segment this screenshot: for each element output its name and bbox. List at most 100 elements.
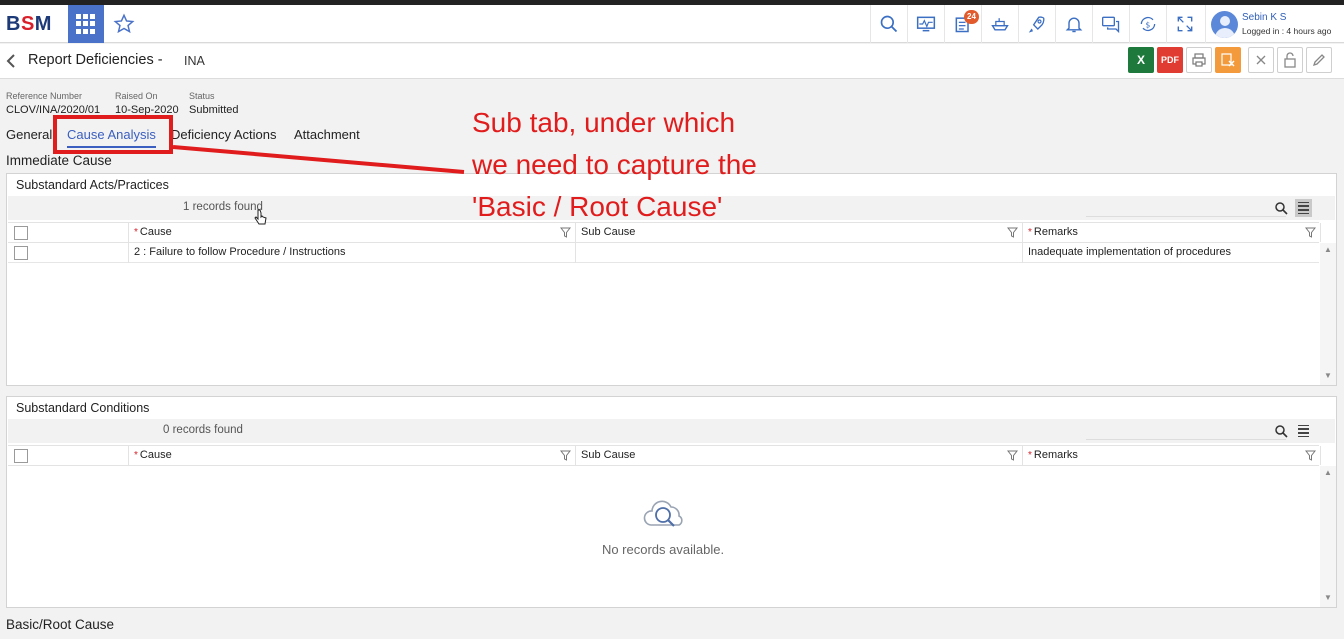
launch-button[interactable] (1018, 5, 1055, 43)
column-header-remarks[interactable]: * Remarks (1023, 446, 1321, 465)
reference-number-label: Reference Number (6, 91, 83, 101)
print-button[interactable] (1186, 47, 1212, 73)
currency-sync-icon: $ (1140, 16, 1156, 32)
select-all-cell (8, 223, 129, 242)
grid-icon (76, 14, 96, 34)
page-subtitle: INA (184, 54, 205, 68)
page-title: Report Deficiencies - (28, 52, 163, 68)
search-button[interactable] (870, 5, 907, 43)
row-checkbox[interactable] (14, 246, 28, 260)
filter-icon[interactable] (1007, 227, 1018, 238)
cell-remarks: Inadequate implementation of procedures (1028, 246, 1232, 258)
filter-icon[interactable] (560, 227, 571, 238)
grid-search-input[interactable] (1086, 439, 1286, 440)
star-icon[interactable] (113, 13, 135, 35)
annotation-line: 'Basic / Root Cause' (472, 191, 723, 222)
filter-icon[interactable] (560, 450, 571, 461)
app-logo[interactable]: BSM (6, 13, 52, 36)
close-icon (1256, 55, 1266, 65)
scroll-down-icon[interactable]: ▼ (1324, 593, 1332, 602)
topbar-icon-group: 24 $ (870, 5, 1203, 43)
search-icon[interactable] (1274, 201, 1288, 215)
basic-root-cause-heading: Basic/Root Cause (6, 617, 115, 632)
row-select-cell (8, 243, 129, 263)
tab-attachment[interactable]: Attachment (294, 127, 360, 142)
scroll-up-icon[interactable]: ▲ (1324, 468, 1332, 477)
panel-title: Substandard Conditions (16, 401, 150, 415)
records-count: 1 records found (183, 201, 263, 213)
fullscreen-icon (1177, 16, 1193, 32)
scroll-up-icon[interactable]: ▲ (1324, 245, 1332, 254)
grid-toolbar: 0 records found (8, 419, 1335, 443)
clear-filter-button[interactable] (1215, 47, 1241, 73)
clear-icon (1221, 53, 1235, 67)
annotation-text: Sub tab, under which we need to capture … (472, 102, 852, 228)
search-icon (880, 15, 898, 33)
fullscreen-button[interactable] (1166, 5, 1203, 43)
vessel-button[interactable] (981, 5, 1018, 43)
messages-button[interactable] (1092, 5, 1129, 43)
column-header-remarks[interactable]: * Remarks (1023, 223, 1321, 242)
bell-icon (1065, 17, 1083, 33)
records-count: 0 records found (163, 424, 243, 436)
column-header-sub-cause[interactable]: Sub Cause (576, 446, 1023, 465)
notification-count-badge: 24 (964, 10, 979, 24)
tab-deficiency-actions[interactable]: Deficiency Actions (171, 127, 277, 142)
user-profile-menu[interactable]: Sebin K S Logged in : 4 hours ago (1205, 5, 1344, 43)
ship-icon (991, 18, 1009, 31)
status-value: Submitted (189, 104, 239, 116)
close-button[interactable] (1248, 47, 1274, 73)
page-actions: X PDF (1128, 47, 1332, 73)
back-arrow-icon[interactable] (4, 52, 18, 70)
search-icon[interactable] (1274, 424, 1288, 438)
page-title-bar: Report Deficiencies - INA X PDF (0, 44, 1344, 79)
user-name: Sebin K S (1242, 12, 1287, 23)
monitor-icon (916, 16, 936, 32)
export-pdf-button[interactable]: PDF (1157, 47, 1183, 73)
excel-icon: X (1136, 53, 1145, 67)
annotation-highlight-box (53, 115, 173, 154)
monitor-button[interactable] (907, 5, 944, 43)
chat-icon (1102, 16, 1120, 34)
unlock-button[interactable] (1277, 47, 1303, 73)
column-menu-button[interactable] (1295, 422, 1312, 440)
currency-button[interactable]: $ (1129, 5, 1166, 43)
tasks-button[interactable]: 24 (944, 5, 981, 43)
login-time: Logged in : 4 hours ago (1242, 26, 1332, 36)
filter-icon[interactable] (1305, 450, 1316, 461)
pdf-icon: PDF (1161, 55, 1179, 65)
unlock-icon (1284, 52, 1296, 68)
no-records-icon (643, 500, 683, 527)
cell-cause: 2 : Failure to follow Procedure / Instru… (129, 243, 576, 263)
column-menu-button[interactable] (1295, 199, 1312, 217)
hand-cursor-icon (254, 209, 267, 225)
table-row[interactable]: 2 : Failure to follow Procedure / Instru… (8, 243, 1319, 263)
substandard-conditions-panel: Substandard Conditions 0 records found *… (6, 396, 1337, 608)
grid-scrollbar[interactable]: ▲ ▼ (1320, 243, 1336, 385)
apps-grid-button[interactable] (68, 5, 104, 43)
rocket-icon (1028, 16, 1045, 33)
grid-search-input[interactable] (1086, 216, 1286, 217)
annotation-line: Sub tab, under which (472, 107, 736, 138)
empty-message: No records available. (601, 542, 725, 557)
tab-general[interactable]: General (6, 127, 52, 142)
edit-button[interactable] (1306, 47, 1332, 73)
column-header-cause[interactable]: * Cause (129, 446, 576, 465)
select-all-checkbox[interactable] (14, 449, 28, 463)
export-excel-button[interactable]: X (1128, 47, 1154, 73)
svg-text:$: $ (1146, 20, 1151, 29)
status-label: Status (189, 91, 215, 101)
grid-scrollbar[interactable]: ▲ ▼ (1320, 466, 1336, 607)
filter-icon[interactable] (1007, 450, 1018, 461)
filter-icon[interactable] (1305, 227, 1316, 238)
grid-header: * Cause Sub Cause * Remarks (8, 445, 1321, 466)
annotation-line: we need to capture the (472, 149, 757, 180)
panel-title: Substandard Acts/Practices (16, 178, 169, 192)
edit-icon (1312, 54, 1325, 67)
alerts-button[interactable] (1055, 5, 1092, 43)
print-icon (1192, 53, 1206, 67)
scroll-down-icon[interactable]: ▼ (1324, 371, 1332, 380)
select-all-checkbox[interactable] (14, 226, 28, 240)
cell-sub-cause (576, 243, 1023, 263)
top-navigation-bar: BSM 24 $ Sebin K S Logged in: 4 hours a… (0, 5, 1344, 43)
